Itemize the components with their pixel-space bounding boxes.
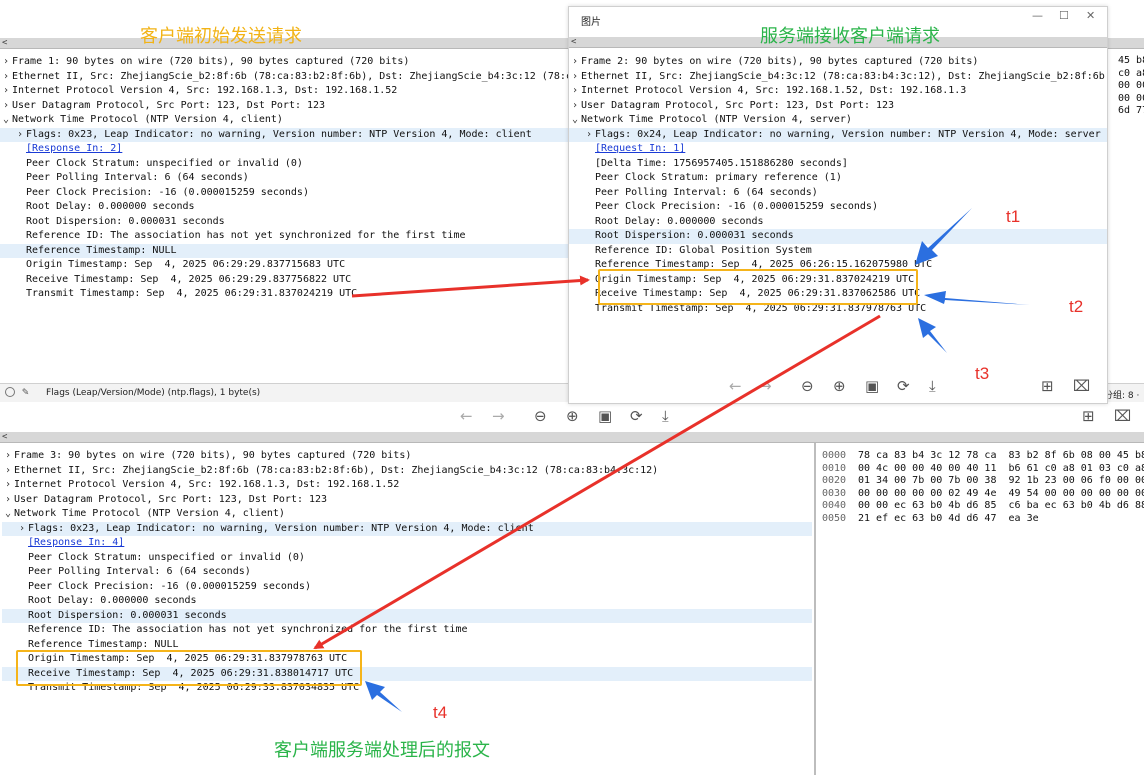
blue-arrow-t4	[365, 681, 402, 712]
blue-arrow-t3	[918, 318, 947, 353]
blue-arrow-t2	[924, 291, 1030, 305]
arrow-client-transmit-to-server-origin	[351, 275, 590, 298]
blue-arrow-t1	[915, 208, 972, 265]
annotation-arrows	[313, 208, 1030, 712]
arrow-server-transmit-to-client-origin	[313, 314, 881, 650]
